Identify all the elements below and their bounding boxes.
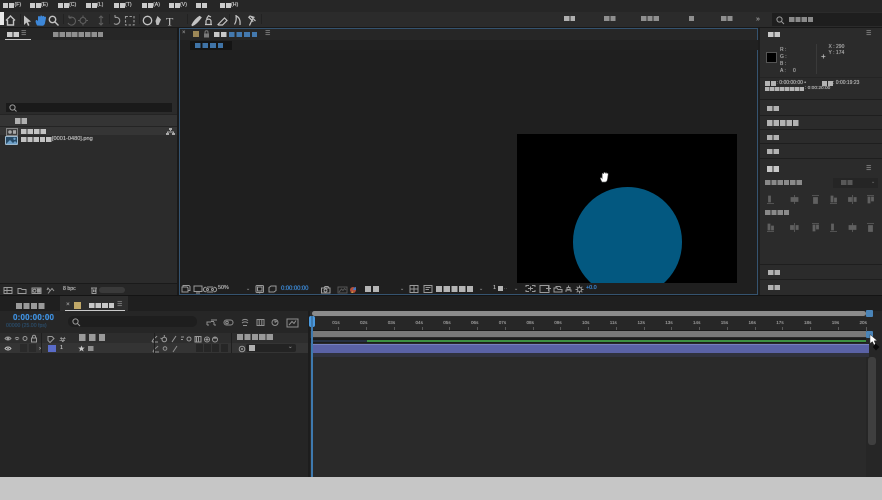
svg-text:T: T: [166, 14, 174, 28]
